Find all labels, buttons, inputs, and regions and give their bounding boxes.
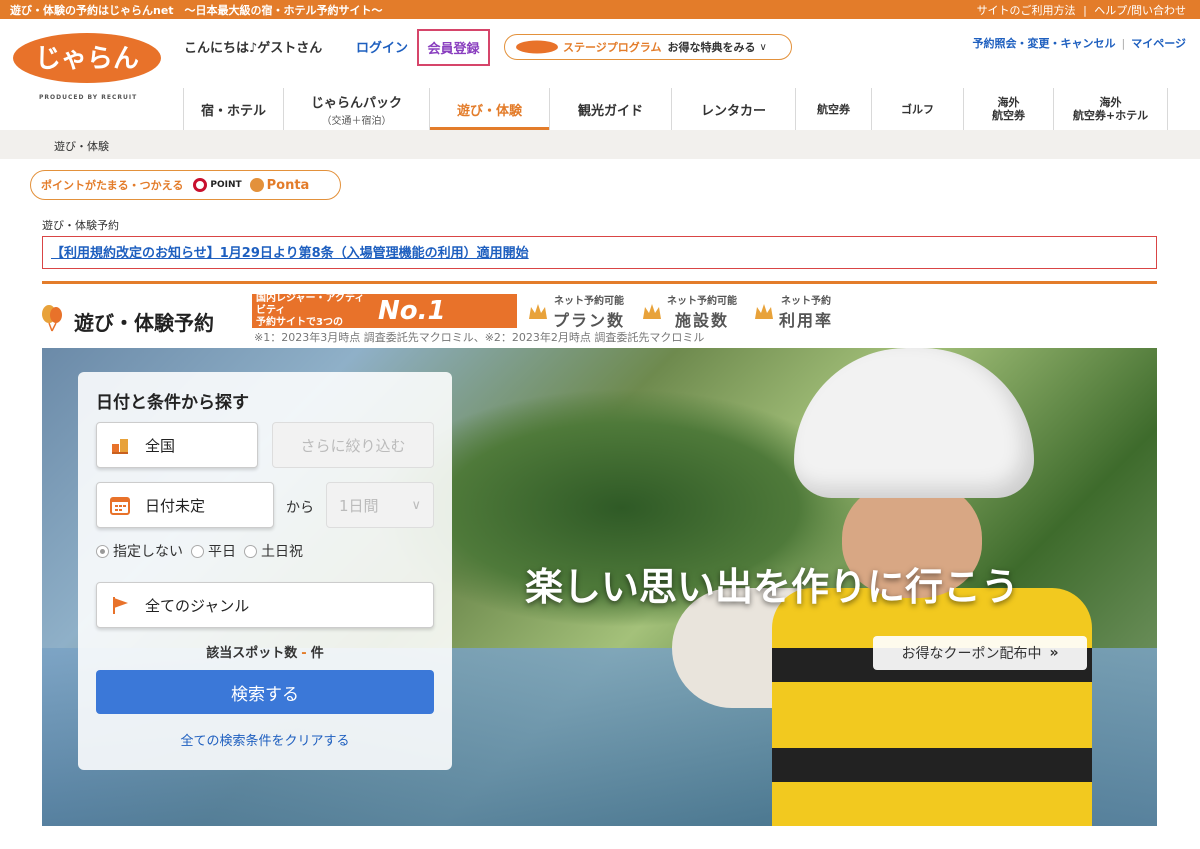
award-item: ネット予約可能 プラン数: [553, 295, 626, 330]
radio-weekend-holiday[interactable]: 土日祝: [244, 541, 303, 561]
days-value: 1日間: [339, 496, 379, 515]
notice-box: 【利用規約改定のお知らせ】1月29日より第8条（入場管理機能の利用）適用開始: [42, 236, 1157, 269]
stage-deal-label: お得な特典をみる: [667, 41, 756, 54]
coupon-button[interactable]: お得なクーポン配布中 »: [873, 636, 1087, 670]
tab-overseas-flight-hotel[interactable]: 海外 航空券+ホテル: [1053, 88, 1168, 130]
radio-dot: [191, 544, 204, 558]
tab-label: 海外 航空券+ホテル: [1072, 96, 1149, 122]
chevron-down-icon: ∨: [759, 41, 767, 53]
days-select[interactable]: 1日間 ∨: [326, 482, 434, 528]
count-value: -: [301, 646, 307, 661]
area-select[interactable]: 全国: [96, 422, 258, 468]
tab-activities[interactable]: 遊び・体験: [429, 88, 549, 136]
tab-hotel[interactable]: 宿・ホテル: [183, 88, 283, 130]
breadcrumb-bar: 遊び・体験: [0, 130, 1200, 159]
balloon-icon: [42, 305, 62, 332]
tab-label: レンタカー: [700, 103, 766, 119]
d-icon: [193, 178, 208, 192]
radio-unspecified[interactable]: 指定しない: [96, 541, 183, 561]
site-tagline: 遊び・体験の予約はじゃらんnet 〜日本最大級の宿・ホテル予約サイト〜: [10, 4, 383, 17]
points-text: ポイントがたまる・つかえる: [41, 179, 184, 192]
chevron-down-icon: ∨: [411, 497, 421, 513]
divider: [42, 281, 1157, 284]
search-title: 日付と条件から探す: [96, 393, 249, 413]
genre-value: 全てのジャンル: [145, 596, 250, 615]
spot-count: 該当スポット数 - 件: [206, 646, 324, 661]
double-chevron-right-icon: »: [1049, 645, 1059, 661]
refine-placeholder: さらに絞り込む: [300, 436, 406, 455]
mypage-link[interactable]: マイページ: [1131, 37, 1186, 50]
login-link[interactable]: ログイン: [356, 37, 408, 56]
reservation-link[interactable]: 予約照会・変更・キャンセル: [973, 37, 1116, 50]
laurel-icon: [643, 304, 662, 319]
top-bar: 遊び・体験の予約はじゃらんnet 〜日本最大級の宿・ホテル予約サイト〜 サイトの…: [0, 0, 1200, 19]
help-link[interactable]: ヘルプ/問い合わせ: [1094, 4, 1186, 17]
award-item: ネット予約 利用率: [779, 295, 834, 330]
tab-overseas-flights[interactable]: 海外 航空券: [963, 88, 1053, 130]
tab-jalan-pack[interactable]: じゃらんパック （交通＋宿泊）: [283, 88, 429, 130]
calendar-icon: [110, 497, 130, 515]
jalan-logo[interactable]: じゃらん: [12, 32, 162, 84]
ponta-logo: Ponta: [249, 178, 309, 193]
flag-icon: [113, 597, 128, 614]
tab-label: 観光ガイド: [577, 103, 643, 119]
search-button[interactable]: 検索する: [96, 670, 434, 714]
main-nav: 宿・ホテル じゃらんパック （交通＋宿泊） 遊び・体験 観光ガイド レンタカー …: [183, 88, 1168, 136]
award-banner: 国内レジャー・アクティビティ 予約サイトで3つの No.1 ネット予約可能 プラ…: [252, 292, 952, 330]
stage-program-label: ステージプログラム: [563, 41, 662, 54]
dpoint-logo: POINT: [193, 178, 242, 192]
tab-sightseeing[interactable]: 観光ガイド: [549, 88, 671, 130]
search-panel: 日付と条件から探す 全国 さらに絞り込む 日付未定 から 1日間 ∨ 指定しない…: [78, 372, 452, 770]
section-label: 遊び・体験予約: [42, 219, 119, 232]
jalan-mini-logo-icon: [516, 40, 558, 54]
points-banner[interactable]: ポイントがたまる・つかえる POINT Ponta: [30, 170, 341, 200]
notice-link[interactable]: 【利用規約改定のお知らせ】1月29日より第8条（入場管理機能の利用）適用開始: [51, 246, 529, 261]
award-no1: No.1: [378, 296, 446, 326]
day-type-radios: 指定しない 平日 土日祝: [96, 541, 311, 561]
award-footnote: ※1：2023年3月時点 調査委託先マクロミル、※2：2023年2月時点 調査委…: [254, 331, 705, 344]
tab-sublabel: （交通＋宿泊）: [321, 115, 392, 127]
laurel-icon: [755, 304, 774, 319]
tab-label: じゃらんパック: [310, 95, 402, 111]
date-value: 日付未定: [145, 496, 206, 515]
radio-dot: [96, 544, 109, 558]
register-button[interactable]: 会員登録: [417, 29, 490, 66]
usage-link[interactable]: サイトのご利用方法: [977, 4, 1076, 17]
hero-tagline: 楽しい思い出を作りに行こう: [525, 565, 1020, 609]
helmet-image: [794, 348, 1034, 498]
logo-text: じゃらん: [35, 44, 139, 74]
laurel-icon: [529, 304, 547, 319]
greeting-text: こんにちは♪ゲストさん: [184, 41, 323, 56]
clear-conditions-link[interactable]: 全ての検索条件をクリアする: [78, 730, 452, 749]
award-lead-line2: 予約サイトで3つの: [256, 317, 343, 328]
award-lead: 国内レジャー・アクティビティ 予約サイトで3つの No.1: [252, 293, 517, 328]
produced-by: PRODUCED BY RECRUIT: [39, 94, 138, 101]
award-item: ネット予約可能 施設数: [667, 295, 738, 330]
account-links: 予約照会・変更・キャンセル | マイページ: [972, 37, 1187, 50]
stage-program-button[interactable]: ステージプログラム お得な特典をみる ∨: [504, 34, 792, 60]
area-value: 全国: [145, 436, 176, 455]
radio-dot: [244, 544, 257, 558]
tab-golf[interactable]: ゴルフ: [871, 88, 963, 130]
top-links: サイトのご利用方法 | ヘルプ/問い合わせ: [976, 4, 1186, 17]
refine-select[interactable]: さらに絞り込む: [272, 422, 434, 468]
tab-label: 遊び・体験: [456, 103, 522, 119]
award-lead-line1: 国内レジャー・アクティビティ: [256, 293, 365, 316]
tab-label: 宿・ホテル: [200, 103, 266, 119]
page-title: 遊び・体験予約: [74, 311, 214, 335]
ponta-face-icon: [249, 178, 264, 192]
breadcrumb[interactable]: 遊び・体験: [54, 138, 109, 154]
coupon-label: お得なクーポン配布中: [901, 646, 1042, 662]
tab-rental-car[interactable]: レンタカー: [671, 88, 795, 130]
tab-label: 航空券: [817, 103, 850, 116]
radio-weekday[interactable]: 平日: [191, 541, 236, 561]
tab-flights[interactable]: 航空券: [795, 88, 871, 130]
tab-label: ゴルフ: [901, 103, 934, 116]
date-picker[interactable]: 日付未定: [96, 482, 274, 528]
genre-select[interactable]: 全てのジャンル: [96, 582, 434, 628]
from-label: から: [286, 500, 314, 516]
map-pin-icon: [112, 439, 128, 454]
tab-label: 海外 航空券: [992, 96, 1025, 122]
